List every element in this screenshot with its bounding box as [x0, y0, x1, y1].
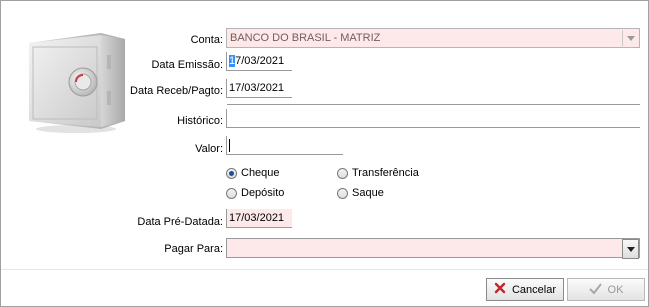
x-icon [494, 282, 506, 297]
dialog-window: Conta: BANCO DO BRASIL - MATRIZ Data Emi… [0, 0, 649, 307]
data-receb-input[interactable]: 17/03/2021 [226, 79, 292, 98]
check-icon [588, 282, 602, 297]
chevron-down-icon[interactable] [622, 30, 638, 46]
ok-button-label: OK [607, 283, 624, 296]
radio-saque[interactable]: Saque [337, 185, 384, 201]
ok-button[interactable]: OK [567, 278, 645, 301]
radio-deposito[interactable]: Depósito [226, 185, 284, 201]
data-emissao-label: Data Emissão: [151, 59, 223, 71]
pagar-para-label: Pagar Para: [164, 243, 223, 255]
conta-value: BANCO DO BRASIL - MATRIZ [230, 32, 381, 44]
conta-label: Conta: [190, 34, 223, 46]
conta-select[interactable]: BANCO DO BRASIL - MATRIZ [226, 28, 640, 48]
radio-selected-dot [229, 170, 234, 176]
radio-saque-circle[interactable] [337, 187, 348, 199]
radio-transferencia-label: Transferência [352, 167, 419, 179]
cancel-button-label: Cancelar [511, 283, 557, 296]
valor-input[interactable] [226, 136, 343, 155]
data-emissao-rest: 7/03/2021 [235, 55, 285, 67]
cancel-button[interactable]: Cancelar [486, 278, 564, 301]
radio-deposito-circle[interactable] [226, 187, 237, 199]
radio-transferencia[interactable]: Transferência [337, 165, 419, 181]
data-pre-datada-label: Data Pré-Datada: [137, 216, 223, 228]
radio-transferencia-circle[interactable] [337, 167, 348, 179]
data-pre-datada-input[interactable]: 17/03/2021 [226, 209, 292, 228]
divider [227, 104, 640, 105]
data-receb-label: Data Receb/Pagto: [130, 85, 223, 97]
historico-input[interactable] [226, 109, 640, 128]
valor-label: Valor: [195, 143, 223, 155]
historico-label: Histórico: [177, 115, 223, 127]
radio-cheque-label: Cheque [241, 167, 280, 179]
text-caret [229, 138, 230, 152]
radio-saque-label: Saque [352, 187, 384, 199]
chevron-down-icon[interactable] [622, 239, 639, 259]
radio-cheque[interactable]: Cheque [226, 165, 280, 181]
radio-cheque-circle[interactable] [226, 167, 237, 179]
data-emissao-input[interactable]: 17/03/2021 [226, 52, 292, 71]
footer-divider [1, 269, 648, 270]
radio-deposito-label: Depósito [241, 187, 285, 199]
pagar-para-select[interactable] [226, 238, 640, 259]
